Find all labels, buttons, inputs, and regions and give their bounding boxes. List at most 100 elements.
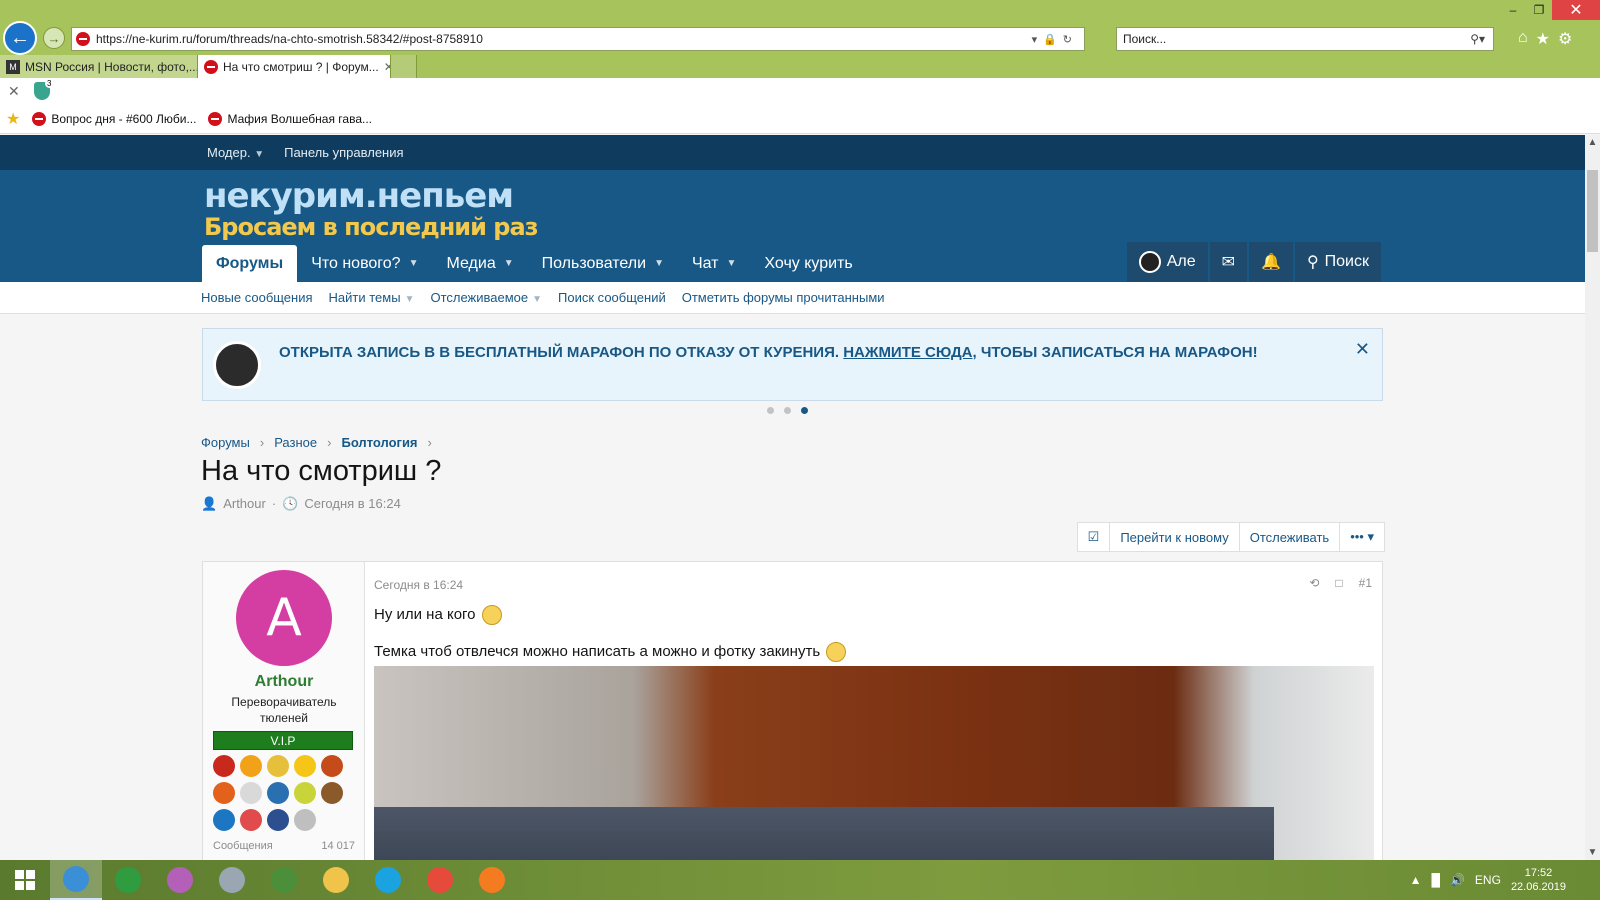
- nav-tab-4[interactable]: Чат ▼: [678, 245, 750, 282]
- award-icon[interactable]: [294, 755, 316, 777]
- jump-to-new-button[interactable]: Перейти к новому: [1110, 523, 1240, 551]
- breadcrumb-forums[interactable]: Форумы: [201, 435, 250, 450]
- subnav-link-3[interactable]: Поиск сообщений: [558, 290, 666, 305]
- favorites-star-icon[interactable]: ★: [1536, 29, 1550, 49]
- user-account-button[interactable]: Але: [1126, 242, 1208, 282]
- control-panel-link[interactable]: Панель управления: [284, 145, 403, 160]
- network-icon[interactable]: █: [1431, 873, 1440, 887]
- address-url[interactable]: https://ne-kurim.ru/forum/threads/na-cht…: [96, 32, 1032, 46]
- award-icon[interactable]: [321, 755, 343, 777]
- minimize-icon[interactable]: –: [1500, 0, 1526, 20]
- post-date[interactable]: Сегодня в 16:24: [374, 578, 463, 592]
- subnav-link-2[interactable]: Отслеживаемое ▼: [430, 290, 542, 305]
- select-checkbox-icon[interactable]: ☑: [1078, 523, 1111, 551]
- award-icon[interactable]: [294, 782, 316, 804]
- subnav-link-4[interactable]: Отметить форумы прочитанными: [682, 290, 885, 305]
- close-icon[interactable]: ✕: [8, 83, 20, 100]
- award-icon[interactable]: [240, 782, 262, 804]
- award-icon[interactable]: [267, 782, 289, 804]
- chevron-down-icon[interactable]: ▼: [727, 258, 737, 269]
- subnav-link-0[interactable]: Новые сообщения: [201, 290, 313, 305]
- scroll-up-icon[interactable]: ▲: [1585, 137, 1600, 148]
- taskbar-app-icon[interactable]: [154, 860, 206, 900]
- restore-icon[interactable]: ❐: [1526, 0, 1552, 20]
- bookmark-icon[interactable]: □: [1335, 576, 1342, 590]
- volume-icon[interactable]: 🔊: [1450, 873, 1465, 887]
- home-icon[interactable]: ⌂: [1518, 29, 1528, 49]
- tray-expand-icon[interactable]: ▲: [1410, 873, 1422, 887]
- browser-search-input[interactable]: Поиск... ⚲▾: [1116, 27, 1494, 51]
- forward-button[interactable]: →: [43, 27, 65, 49]
- award-icon[interactable]: [294, 809, 316, 831]
- award-icon[interactable]: [240, 809, 262, 831]
- pager-dot[interactable]: [784, 407, 791, 414]
- taskbar-app-icon[interactable]: [258, 860, 310, 900]
- taskbar-app-icon[interactable]: [310, 860, 362, 900]
- award-icon[interactable]: [267, 809, 289, 831]
- subnav-link-1[interactable]: Найти темы ▼: [329, 290, 415, 305]
- pager-dot[interactable]: [767, 407, 774, 414]
- scroll-thumb[interactable]: [1587, 170, 1598, 252]
- taskbar-app-icon[interactable]: [466, 860, 518, 900]
- award-icon[interactable]: [213, 755, 235, 777]
- start-button[interactable]: [0, 860, 50, 900]
- address-tools-icon[interactable]: ▾🔒↻: [1032, 33, 1078, 46]
- page-scrollbar[interactable]: ▲ ▼: [1585, 135, 1600, 860]
- more-menu-icon[interactable]: ••• ▾: [1340, 523, 1384, 551]
- inbox-button[interactable]: ✉: [1209, 242, 1248, 282]
- nav-tab-1[interactable]: Что нового? ▼: [297, 245, 432, 282]
- watch-button[interactable]: Отслеживать: [1240, 523, 1341, 551]
- award-icon[interactable]: [213, 782, 235, 804]
- new-tab-button[interactable]: [391, 55, 417, 78]
- avatar[interactable]: A: [236, 570, 332, 666]
- tab-msn[interactable]: M MSN Россия | Новости, фото,...: [0, 55, 198, 78]
- chevron-down-icon[interactable]: ▼: [532, 294, 542, 305]
- back-button[interactable]: ←: [3, 21, 37, 55]
- close-notice-icon[interactable]: ✕: [1355, 339, 1370, 360]
- chevron-down-icon[interactable]: ▼: [409, 258, 419, 269]
- language-indicator[interactable]: ENG: [1475, 873, 1501, 887]
- post-image[interactable]: [374, 666, 1374, 860]
- search-icon[interactable]: ⚲▾: [1470, 32, 1485, 46]
- taskbar-app-icon[interactable]: [362, 860, 414, 900]
- nav-tab-0[interactable]: Форумы: [202, 245, 298, 282]
- shield-extension-icon[interactable]: [33, 79, 54, 100]
- alerts-button[interactable]: 🔔: [1249, 242, 1293, 282]
- award-icon[interactable]: [213, 809, 235, 831]
- taskbar-app-icon[interactable]: [50, 860, 102, 900]
- breadcrumb-current[interactable]: Болтология: [341, 435, 417, 450]
- chevron-down-icon[interactable]: ▼: [504, 258, 514, 269]
- thread-author[interactable]: Arthour: [223, 496, 266, 512]
- award-icon[interactable]: [267, 755, 289, 777]
- post-number[interactable]: #1: [1359, 576, 1372, 590]
- award-icon[interactable]: [240, 755, 262, 777]
- taskbar-app-icon[interactable]: [206, 860, 258, 900]
- moderator-menu[interactable]: Модер. ▼: [207, 145, 264, 160]
- pager-dot[interactable]: [801, 407, 808, 414]
- clock[interactable]: 17:52 22.06.2019: [1511, 866, 1566, 894]
- favorite-link[interactable]: Мафия Волшебная гава...: [208, 111, 372, 126]
- chevron-down-icon[interactable]: ▼: [654, 258, 664, 269]
- nav-tab-3[interactable]: Пользователи ▼: [528, 245, 678, 282]
- address-bar[interactable]: https://ne-kurim.ru/forum/threads/na-cht…: [71, 27, 1085, 51]
- close-window-icon[interactable]: ✕: [1552, 0, 1600, 20]
- post-username[interactable]: Arthour: [203, 673, 365, 691]
- tab-forum[interactable]: На что смотриш ? | Форум... ✕: [198, 55, 391, 78]
- nav-tab-2[interactable]: Медиа ▼: [432, 245, 527, 282]
- taskbar-app-icon[interactable]: [102, 860, 154, 900]
- notice-link[interactable]: Нажмите сюда: [843, 344, 972, 361]
- breadcrumb-misc[interactable]: Разное: [274, 435, 317, 450]
- search-button[interactable]: ⚲ Поиск: [1294, 242, 1381, 282]
- nav-tab-5[interactable]: Хочу курить: [750, 245, 866, 282]
- thread-date[interactable]: Сегодня в 16:24: [304, 496, 400, 512]
- favorite-link[interactable]: Вопрос дня - #600 Люби...: [32, 111, 196, 126]
- scroll-down-icon[interactable]: ▼: [1585, 847, 1600, 858]
- site-logo[interactable]: некурим.непьем: [204, 176, 514, 216]
- close-tab-icon[interactable]: ✕: [384, 60, 390, 74]
- settings-gear-icon[interactable]: ⚙: [1558, 29, 1572, 49]
- chevron-down-icon[interactable]: ▼: [405, 294, 415, 305]
- taskbar-app-icon[interactable]: [414, 860, 466, 900]
- award-icon[interactable]: [321, 782, 343, 804]
- add-favorites-icon[interactable]: ★: [6, 109, 20, 129]
- share-icon[interactable]: ⟲: [1309, 576, 1319, 590]
